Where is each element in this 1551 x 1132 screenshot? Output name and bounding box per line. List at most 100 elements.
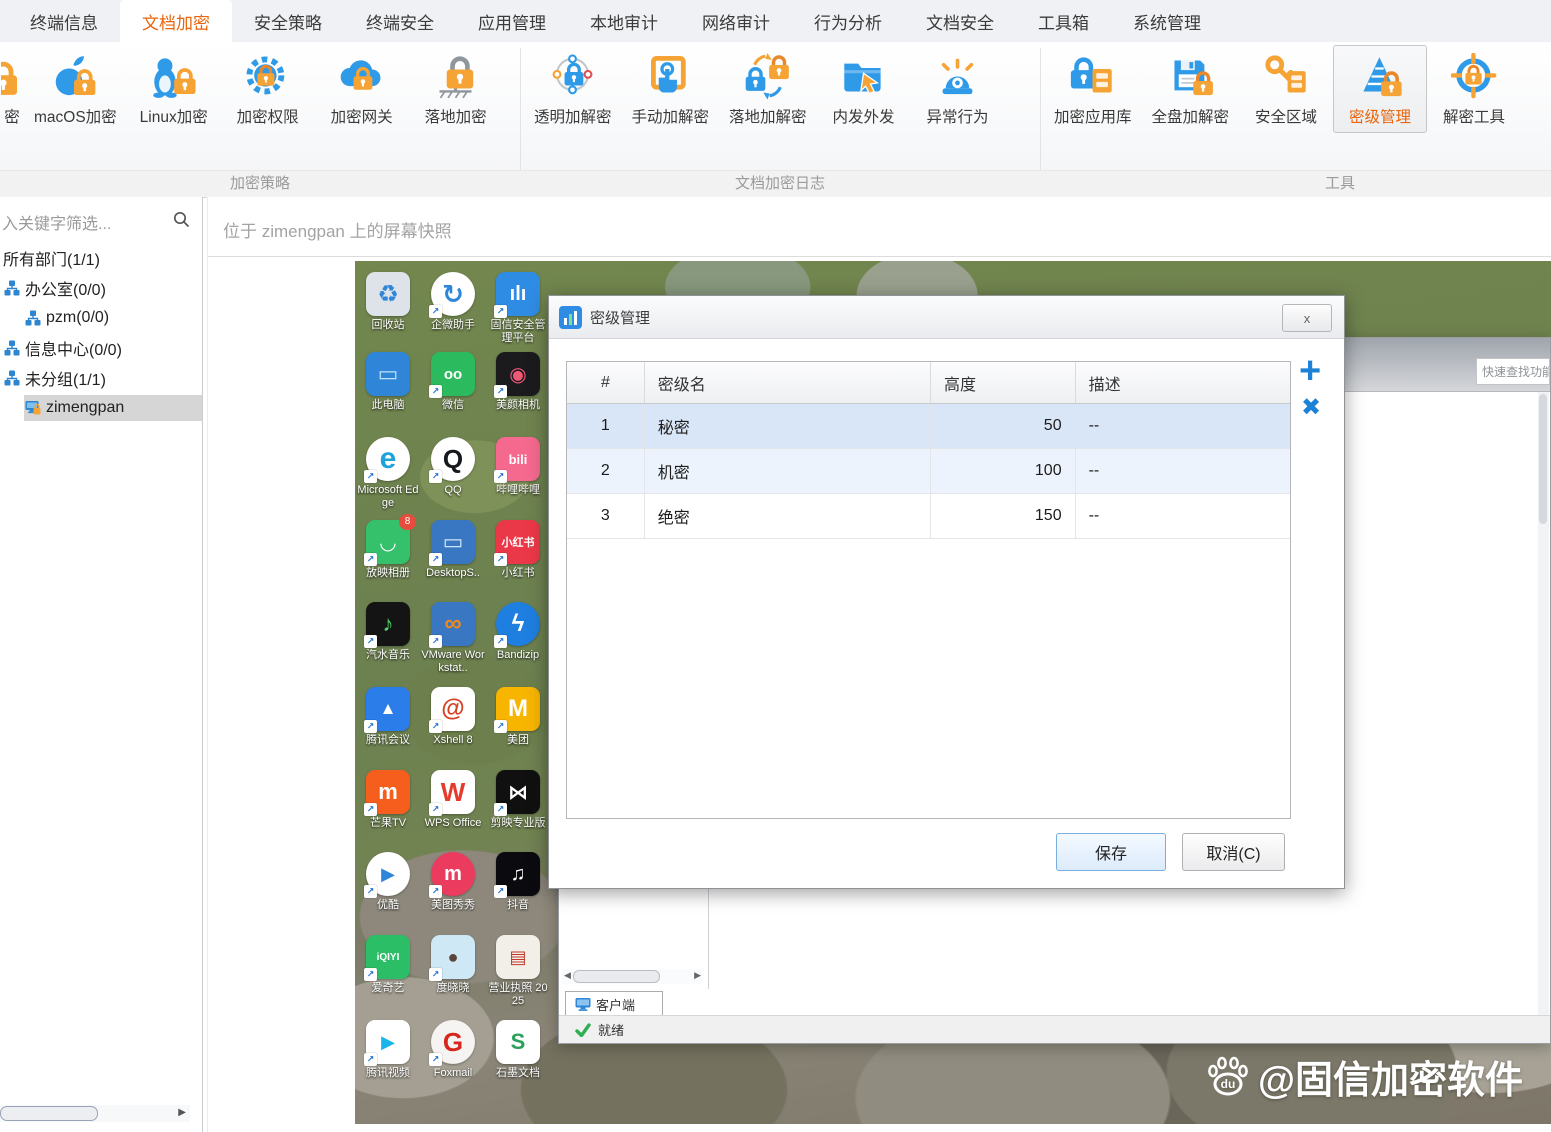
ribbon-item-apple[interactable]: macOS加密 [24, 45, 127, 133]
column-header-1[interactable]: 密级名 [645, 362, 931, 403]
menu-tab-1[interactable]: 终端信息 [8, 0, 120, 42]
ribbon-item-linux[interactable]: Linux加密 [127, 45, 221, 133]
desktop-icon-tile: m↗ [366, 770, 410, 814]
desktop-icon[interactable]: m↗芒果TV [356, 770, 420, 830]
desktop-icon[interactable]: ◡↗8放映相册 [356, 520, 420, 580]
desktop-icon[interactable]: ▭↗DesktopS.. [421, 520, 485, 580]
add-level-button[interactable]: + [1299, 352, 1321, 390]
tree-item-zimengpan[interactable]: zimengpan [0, 393, 202, 423]
desktop-icon[interactable]: ▭此电脑 [356, 352, 420, 412]
desktop-icon[interactable]: ▤营业执照 2025 [486, 935, 550, 1007]
dialog-title-bar[interactable]: 密级管理 [549, 296, 1344, 339]
tree-item-00[interactable]: 信息中心(0/0) [0, 333, 202, 363]
sidebar-search[interactable]: 入关键字筛选... [0, 205, 196, 235]
ribbon-item-cloud[interactable]: 加密网关 [315, 45, 409, 133]
search-icon[interactable] [173, 211, 190, 228]
quick-search-input[interactable]: 快速查找功能 [1476, 358, 1550, 385]
table-row[interactable]: 2机密100-- [567, 449, 1290, 494]
menu-tab-3[interactable]: 安全策略 [232, 0, 344, 42]
ribbon-item-keybox[interactable]: 安全区域 [1239, 45, 1333, 133]
desktop-icon[interactable]: ılı↗固信安全管理平台 [486, 272, 550, 344]
desktop-icon[interactable]: ♫↗抖音 [486, 852, 550, 912]
menu-tab-10[interactable]: 工具箱 [1016, 0, 1111, 42]
desktop-icon[interactable]: M↗美团 [486, 687, 550, 747]
cancel-button[interactable]: 取消(C) [1182, 833, 1285, 871]
ribbon-item-orbit[interactable]: 透明加解密 [524, 45, 622, 133]
desktop-icon[interactable]: W↗WPS Office [421, 770, 485, 830]
desktop-icon[interactable]: ▶↗优酷 [356, 852, 420, 912]
tree-item-pzm00[interactable]: pzm(0/0) [0, 303, 202, 333]
ribbon-item-target[interactable]: 解密工具 [1427, 45, 1521, 133]
scrollbar-left-arrow[interactable]: ◀ [564, 970, 571, 981]
menu-tab-6[interactable]: 本地审计 [568, 0, 680, 42]
desktop-icon[interactable]: oo↗微信 [421, 352, 485, 412]
table-row[interactable]: 1秘密50-- [567, 404, 1290, 449]
panel-vertical-scrollbar[interactable] [1538, 392, 1549, 1015]
table-row[interactable]: 3绝密150-- [567, 494, 1290, 539]
group-label-encrypt-policy: 加密策略 [0, 171, 520, 197]
desktop-icon-label: 汽水音乐 [366, 649, 410, 662]
column-header-2[interactable]: 高度 [931, 362, 1076, 403]
desktop-icon[interactable]: ϟ↗Bandizip [486, 602, 550, 662]
desktop-icon[interactable]: ↻↗企微助手 [421, 272, 485, 332]
desktop-icon[interactable]: e↗Microsoft Edge [356, 437, 420, 509]
desktop-icon[interactable]: Q↗QQ [421, 437, 485, 497]
tab-client[interactable]: 客户端 [565, 991, 663, 1018]
column-header-0[interactable]: # [567, 362, 645, 403]
desktop-icon-tile: ▶↗ [366, 1020, 410, 1064]
menu-tab-8[interactable]: 行为分析 [792, 0, 904, 42]
tree-item-11[interactable]: 所有部门(1/1) [0, 243, 202, 273]
desktop-icon[interactable]: ⋈↗剪映专业版 [486, 770, 550, 830]
shortcut-arrow-icon: ↗ [494, 385, 507, 398]
column-header-3[interactable]: 描述 [1076, 362, 1290, 403]
scrollbar-thumb[interactable] [573, 970, 660, 983]
desktop-icon[interactable]: ●↗度晓晓 [421, 935, 485, 995]
ribbon-item-alarm[interactable]: 异常行为 [911, 45, 1005, 133]
menu-tab-7[interactable]: 网络审计 [680, 0, 792, 42]
tree-item-11[interactable]: 未分组(1/1) [0, 363, 202, 393]
desktop-icon[interactable]: S石墨文档 [486, 1020, 550, 1080]
ribbon-item-applib[interactable]: 加密应用库 [1044, 45, 1142, 133]
desktop-icon[interactable]: 小红书↗小红书 [486, 520, 550, 580]
ribbon-item-pyramid[interactable]: 密级管理 [1333, 45, 1427, 133]
ribbon-item-swap[interactable]: 落地加解密 [719, 45, 817, 133]
desktop-icon[interactable]: ▲↗腾讯会议 [356, 687, 420, 747]
menu-tab-4[interactable]: 终端安全 [344, 0, 456, 42]
scrollbar-thumb[interactable] [0, 1106, 98, 1121]
desktop-icon[interactable]: ♻回收站 [356, 272, 420, 332]
desktop-icon[interactable]: bili↗哔哩哔哩 [486, 437, 550, 497]
dialog-close-button[interactable]: x [1282, 304, 1332, 332]
scrollbar-thumb[interactable] [1539, 394, 1547, 524]
scrollbar-right-arrow[interactable]: ▶ [178, 1107, 186, 1118]
ribbon-item-hand[interactable]: 手动加解密 [622, 45, 720, 133]
desktop-icon[interactable]: iQIYI↗爱奇艺 [356, 935, 420, 995]
delete-level-button[interactable]: ✖ [1301, 396, 1321, 420]
desktop-icon[interactable]: @↗Xshell 8 [421, 687, 485, 747]
tree-item-00[interactable]: 办公室(0/0) [0, 273, 202, 303]
shortcut-arrow-icon: ↗ [429, 470, 442, 483]
desktop-icon-label: VMware Workstat.. [421, 649, 485, 674]
menu-tab-5[interactable]: 应用管理 [456, 0, 568, 42]
ribbon-item-cutlock[interactable]: 密 [0, 45, 24, 133]
menu-tab-9[interactable]: 文档安全 [904, 0, 1016, 42]
desktop-icon[interactable]: ∞↗VMware Workstat.. [421, 602, 485, 674]
desktop-icon[interactable]: G↗Foxmail [421, 1020, 485, 1080]
desktop-icon[interactable]: ◉↗美颜相机 [486, 352, 550, 412]
save-button[interactable]: 保存 [1056, 833, 1166, 871]
menu-tab-2[interactable]: 文档加密 [120, 0, 232, 42]
desktop-icon[interactable]: ▶↗腾讯视频 [356, 1020, 420, 1080]
scrollbar-right-arrow[interactable]: ▶ [694, 970, 701, 981]
ribbon-item-disk[interactable]: 全盘加解密 [1142, 45, 1240, 133]
desktop-icon[interactable]: m↗美图秀秀 [421, 852, 485, 912]
sidebar-horizontal-scrollbar[interactable]: ▶ [0, 1105, 190, 1122]
cell-index: 2 [567, 449, 645, 493]
ribbon-item-groundlock[interactable]: 落地加密 [409, 45, 503, 133]
shortcut-arrow-icon: ↗ [429, 968, 442, 981]
menu-tab-11[interactable]: 系统管理 [1111, 0, 1223, 42]
ribbon-item-folder[interactable]: 内发外发 [817, 45, 911, 133]
panel-horizontal-scrollbar[interactable]: ◀ ▶ [562, 969, 703, 984]
desktop-icon[interactable]: ♪↗汽水音乐 [356, 602, 420, 662]
ribbon-item-label: 密 [4, 105, 20, 127]
shortcut-arrow-icon: ↗ [364, 803, 377, 816]
ribbon-item-gear[interactable]: 加密权限 [221, 45, 315, 133]
